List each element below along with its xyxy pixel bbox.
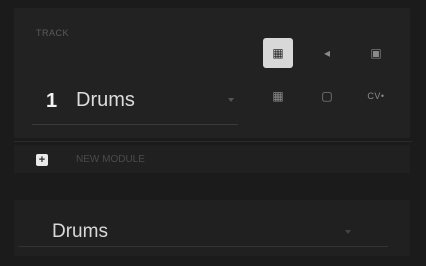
cv-button[interactable]: CV• xyxy=(361,81,391,111)
grid-small-icon: ▦ xyxy=(272,89,284,103)
add-icon: + xyxy=(36,154,48,166)
save-button[interactable]: ▣ xyxy=(361,38,391,68)
grid-button[interactable]: ▦ xyxy=(263,38,293,68)
module-name: Drums xyxy=(52,221,108,242)
save-icon: ▣ xyxy=(370,46,382,60)
track-panel: TRACK 1 Drums ▦ ◂ ▣ ▦ ▢ CV• xyxy=(14,8,410,138)
cv-icon: CV• xyxy=(367,91,385,101)
chevron-down-icon xyxy=(345,230,351,234)
grid-small-button[interactable]: ▦ xyxy=(263,81,293,111)
track-section-label: TRACK xyxy=(36,28,70,38)
section-divider xyxy=(14,141,412,142)
speaker-button[interactable]: ◂ xyxy=(312,38,342,68)
chevron-down-icon xyxy=(228,98,234,102)
new-module-label: NEW MODULE xyxy=(76,154,145,165)
grid-icon: ▦ xyxy=(272,46,284,60)
new-module-row[interactable]: + NEW MODULE xyxy=(14,145,410,173)
app-frame: TRACK 1 Drums ▦ ◂ ▣ ▦ ▢ CV• + NEW MODULE xyxy=(0,0,426,266)
track-name: Drums xyxy=(76,89,135,111)
square-button[interactable]: ▢ xyxy=(312,81,342,111)
speaker-icon: ◂ xyxy=(323,46,331,60)
square-icon: ▢ xyxy=(321,89,333,103)
track-selector[interactable]: 1 Drums xyxy=(32,84,238,125)
track-number: 1 xyxy=(46,90,58,112)
